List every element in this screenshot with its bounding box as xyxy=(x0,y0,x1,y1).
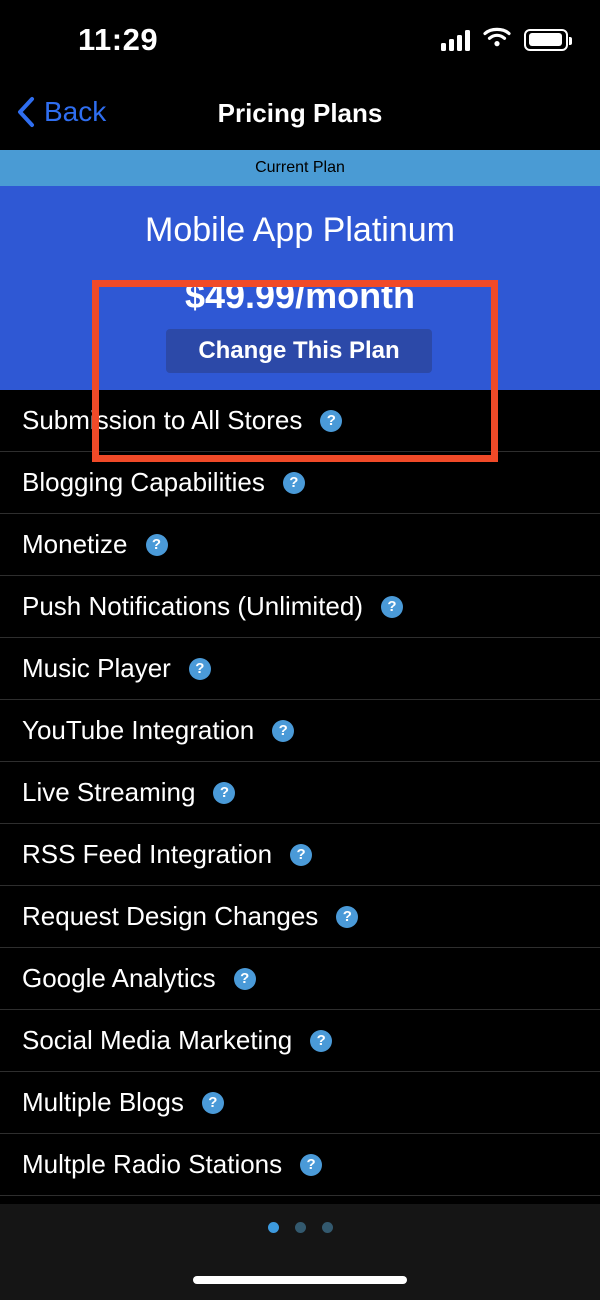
feature-row[interactable]: Request Design Changes? xyxy=(0,886,600,948)
change-plan-button[interactable]: Change This Plan xyxy=(166,329,432,373)
feature-label: YouTube Integration xyxy=(22,715,255,745)
battery-icon xyxy=(524,28,572,51)
feature-label: Live Streaming xyxy=(22,777,196,807)
help-icon[interactable]: ? xyxy=(310,1029,333,1052)
feature-list: Submission to All Stores? Blogging Capabi… xyxy=(0,390,600,1196)
feature-label: Request Design Changes xyxy=(22,901,319,931)
feature-label: Submission to All Stores xyxy=(22,405,303,435)
help-icon[interactable]: ? xyxy=(282,471,305,494)
feature-label: Multiple Blogs xyxy=(22,1087,184,1117)
feature-row[interactable]: Submission to All Stores? xyxy=(0,390,600,452)
feature-label: Multple Radio Stations xyxy=(22,1149,283,1179)
feature-label: Monetize xyxy=(22,529,128,559)
help-icon[interactable]: ? xyxy=(300,1153,323,1176)
cellular-signal-icon xyxy=(441,29,470,51)
feature-label: RSS Feed Integration xyxy=(22,839,273,869)
help-icon[interactable]: ? xyxy=(213,781,236,804)
page-dot[interactable] xyxy=(267,1222,279,1233)
plan-price: $49.99/month xyxy=(184,275,416,316)
status-time: 11:29 xyxy=(78,22,159,57)
help-icon[interactable]: ? xyxy=(188,657,211,680)
wifi-icon xyxy=(483,26,511,53)
footer xyxy=(0,1204,600,1300)
feature-row[interactable]: Push Notifications (Unlimited)? xyxy=(0,576,600,638)
status-bar: 11:29 xyxy=(0,0,600,82)
help-icon[interactable]: ? xyxy=(272,719,295,742)
feature-row[interactable]: Multiple Blogs? xyxy=(0,1072,600,1134)
feature-row[interactable]: Live Streaming? xyxy=(0,762,600,824)
feature-label: Google Analytics xyxy=(22,963,216,993)
current-plan-banner-label: Current Plan xyxy=(255,159,345,176)
page-dot[interactable] xyxy=(294,1222,306,1233)
page-dots xyxy=(0,1222,600,1233)
plan-name: Mobile App Platinum xyxy=(145,211,455,249)
feature-row[interactable]: YouTube Integration? xyxy=(0,700,600,762)
feature-row[interactable]: Social Media Marketing? xyxy=(0,1010,600,1072)
help-icon[interactable]: ? xyxy=(201,1091,224,1114)
feature-label: Blogging Capabilities xyxy=(22,467,265,497)
feature-row[interactable]: RSS Feed Integration? xyxy=(0,824,600,886)
feature-label: Music Player xyxy=(22,653,171,683)
feature-row[interactable]: Google Analytics? xyxy=(0,948,600,1010)
feature-label: Push Notifications (Unlimited) xyxy=(22,591,364,621)
feature-label: Social Media Marketing xyxy=(22,1025,293,1055)
feature-row[interactable]: Multple Radio Stations? xyxy=(0,1134,600,1196)
feature-row[interactable]: Monetize? xyxy=(0,514,600,576)
help-icon[interactable]: ? xyxy=(381,595,404,618)
help-icon[interactable]: ? xyxy=(320,409,343,432)
status-icons xyxy=(441,26,572,53)
help-icon[interactable]: ? xyxy=(145,533,168,556)
page-title: Pricing Plans xyxy=(217,98,383,128)
navigation-bar: Back Pricing Plans xyxy=(0,82,600,150)
help-icon[interactable]: ? xyxy=(233,967,256,990)
feature-row[interactable]: Music Player? xyxy=(0,638,600,700)
home-indicator[interactable] xyxy=(193,1276,407,1284)
help-icon[interactable]: ? xyxy=(290,843,313,866)
feature-row[interactable]: Blogging Capabilities? xyxy=(0,452,600,514)
current-plan-banner: Current Plan xyxy=(0,150,600,186)
plan-card: Mobile App Platinum $49.99/month Change … xyxy=(0,186,600,390)
help-icon[interactable]: ? xyxy=(336,905,359,928)
page-dot[interactable] xyxy=(321,1222,333,1233)
phone-screen: 11:29 Back Pricing Plans Current Plan Mo… xyxy=(0,0,600,1300)
